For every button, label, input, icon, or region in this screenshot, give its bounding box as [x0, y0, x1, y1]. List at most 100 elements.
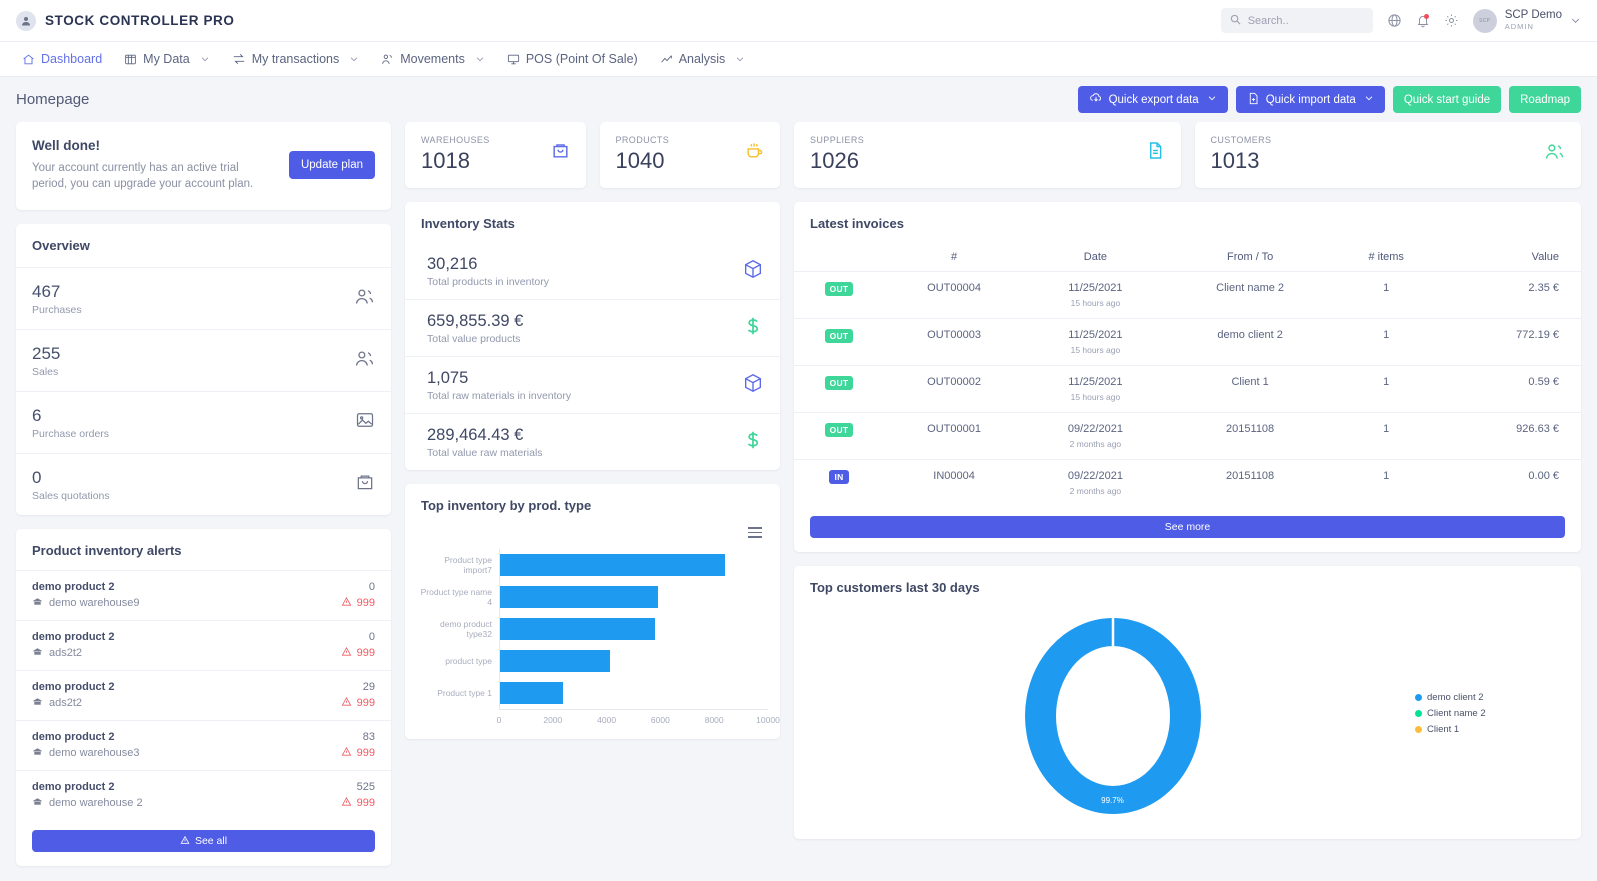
- nav-item-my-data[interactable]: My Data: [114, 42, 220, 77]
- invoice-number: OUT00002: [884, 365, 1025, 413]
- alert-warehouse-wrap: ads2t2: [32, 646, 115, 660]
- alert-warehouse-wrap: ads2t2: [32, 696, 115, 710]
- warning-triangle-icon: [341, 646, 352, 660]
- see-more-button[interactable]: See more: [810, 516, 1565, 538]
- top-inventory-chart-card: Top inventory by prod. type Product type…: [405, 484, 780, 739]
- nav-item-movements[interactable]: Movements: [371, 42, 495, 77]
- invoice-ago: 2 months ago: [1069, 486, 1122, 496]
- stat-card-suppliers[interactable]: SUPPLIERS 1026: [794, 122, 1181, 188]
- invoice-items: 1: [1383, 470, 1390, 482]
- inventory-stat-row: 659,855.39 € Total value products: [405, 300, 780, 357]
- hamburger-icon[interactable]: [748, 527, 762, 541]
- legend-item[interactable]: Client name 2: [1415, 708, 1565, 719]
- overview-label: Purchases: [32, 304, 82, 316]
- user-name: SCP Demo: [1504, 9, 1562, 21]
- latest-invoices-card: Latest invoices # Date From / To # items…: [794, 202, 1581, 552]
- overview-card: Overview 467 Purchases 255 Sales 6 Purch…: [16, 224, 391, 515]
- roadmap-button[interactable]: Roadmap: [1509, 86, 1581, 113]
- table-row[interactable]: OUT OUT00004 11/25/2021 15 hours ago Clie…: [794, 271, 1581, 319]
- box-icon: [742, 258, 764, 285]
- product-inventory-alerts-card: Product inventory alerts demo product 2 …: [16, 529, 391, 866]
- x-axis-tick: 2000: [543, 715, 563, 725]
- alert-min-wrap: 999: [341, 746, 375, 760]
- table-row[interactable]: IN IN00004 09/22/2021 2 months ago 201511…: [794, 460, 1581, 507]
- nav-item-dashboard[interactable]: Dashboard: [12, 42, 112, 77]
- alert-product: demo product 2: [32, 631, 115, 643]
- bell-icon[interactable]: [1416, 13, 1430, 28]
- chevron-down-icon: [1570, 15, 1581, 26]
- invoice-value: 772.19 €: [1438, 318, 1581, 366]
- alert-warehouse-wrap: demo warehouse9: [32, 596, 140, 610]
- see-all-button[interactable]: See all: [32, 830, 375, 852]
- middle-column: WAREHOUSES 1018 PRODUCTS 1040 Inventory …: [405, 122, 780, 871]
- alert-row[interactable]: demo product 2 ads2t2 29 999: [16, 670, 391, 720]
- stat-value: 1040: [615, 148, 665, 173]
- globe-icon[interactable]: [1387, 13, 1402, 28]
- table-row[interactable]: OUT OUT00001 09/22/2021 2 months ago 2015…: [794, 412, 1581, 460]
- nav-item-analysis[interactable]: Analysis: [650, 42, 756, 77]
- button-label: Quick start guide: [1403, 93, 1491, 106]
- update-plan-button[interactable]: Update plan: [288, 151, 375, 179]
- alert-product: demo product 2: [32, 681, 115, 693]
- stat-card-products[interactable]: PRODUCTS 1040: [599, 122, 780, 188]
- alert-min-wrap: 999: [341, 696, 375, 710]
- invoice-ago: 2 months ago: [1069, 439, 1122, 449]
- alert-row[interactable]: demo product 2 ads2t2 0 999: [16, 620, 391, 670]
- nav-item-my-transactions[interactable]: My transactions: [222, 42, 370, 77]
- bar-row: product type: [417, 645, 768, 677]
- donut-svg: [1024, 617, 1201, 814]
- dollar-icon: [742, 315, 764, 342]
- alert-row[interactable]: demo product 2 demo warehouse3 83 999: [16, 720, 391, 770]
- inventory-stat-row: 30,216 Total products in inventory: [405, 243, 780, 300]
- status-badge: OUT: [824, 423, 854, 437]
- overview-value: 255: [32, 344, 61, 363]
- chevron-down-icon: [349, 54, 359, 64]
- overview-row-sales-quotations: 0 Sales quotations: [16, 454, 391, 515]
- top-customers-title: Top customers last 30 days: [810, 580, 980, 595]
- stat-card-warehouses[interactable]: WAREHOUSES 1018: [405, 122, 586, 188]
- overview-label: Sales: [32, 366, 59, 378]
- overview-value: 0: [32, 468, 42, 487]
- avatar: SCP: [1472, 8, 1497, 33]
- quick-export-data-button[interactable]: Quick export data: [1077, 86, 1228, 113]
- search-input[interactable]: [1247, 14, 1364, 27]
- table-row[interactable]: OUT OUT00003 11/25/2021 15 hours ago demo…: [794, 318, 1581, 366]
- invoice-value: 0.00 €: [1528, 470, 1559, 482]
- page-actions: Quick export data Quick import data Quic…: [1077, 86, 1581, 113]
- user-menu[interactable]: SCP SCP Demo ADMIN: [1472, 8, 1581, 33]
- alert-min: 999: [356, 697, 375, 709]
- legend-swatch-icon: [1415, 694, 1422, 701]
- overview-row-purchases: 467 Purchases: [16, 268, 391, 330]
- image-icon: [355, 410, 375, 435]
- brand[interactable]: STOCK CONTROLLER PRO: [16, 10, 235, 31]
- invoice-date: 09/22/2021: [1067, 470, 1123, 482]
- stat-value: 1018: [421, 148, 470, 173]
- button-label: Roadmap: [1520, 93, 1570, 106]
- alert-row[interactable]: demo product 2 demo warehouse9 0 999: [16, 570, 391, 620]
- legend-item[interactable]: Client 1: [1415, 724, 1565, 735]
- invoice-number: IN00004: [933, 470, 975, 482]
- search-box[interactable]: [1220, 8, 1373, 33]
- nav-label: POS (Point Of Sale): [525, 52, 638, 66]
- quick-start-guide-button[interactable]: Quick start guide: [1392, 86, 1502, 113]
- bar-fill: [500, 586, 659, 608]
- quick-import-data-button[interactable]: Quick import data: [1235, 86, 1385, 113]
- legend-item[interactable]: demo client 2: [1415, 692, 1565, 703]
- donut-data-label: 99.7%: [1101, 795, 1124, 805]
- table-row[interactable]: OUT OUT00002 11/25/2021 15 hours ago Clie…: [794, 365, 1581, 413]
- status-badge: OUT: [824, 376, 854, 390]
- gear-icon[interactable]: [1444, 13, 1459, 28]
- box-icon: [742, 372, 764, 399]
- monitor-icon: [507, 53, 520, 66]
- bar-row: demo product type32: [417, 613, 768, 645]
- invoice-value: 2.35 €: [1438, 271, 1581, 319]
- alert-row[interactable]: demo product 2 demo warehouse 2 525 999: [16, 770, 391, 820]
- invoice-items: 1: [1333, 412, 1439, 460]
- bar-fill: [500, 554, 726, 576]
- inventory-stats-card: Inventory Stats 30,216 Total products in…: [405, 202, 780, 470]
- latest-invoices-table: # Date From / To # items Value OUT OUT00…: [794, 243, 1581, 506]
- stat-card-customers[interactable]: CUSTOMERS 1013: [1194, 122, 1581, 188]
- see-all-label: See all: [194, 835, 228, 847]
- donut-chart: 99.7% demo client 2 Client name 2 Client…: [794, 607, 1581, 839]
- nav-item-pos[interactable]: POS (Point Of Sale): [497, 42, 648, 77]
